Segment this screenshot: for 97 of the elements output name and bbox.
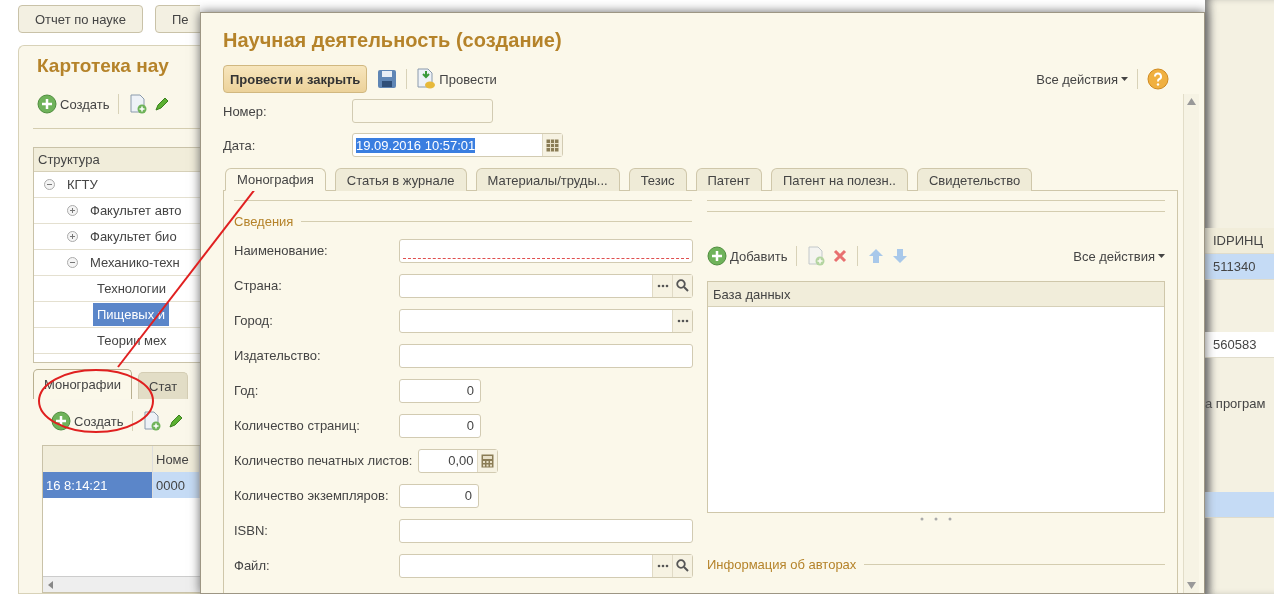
report-tab[interactable]: Пе	[154, 5, 200, 33]
field-label: Год:	[234, 383, 260, 398]
input-field[interactable]	[399, 518, 693, 543]
tree-item[interactable]: Факультет био	[86, 225, 181, 248]
group-title: Информация об авторах	[707, 556, 857, 572]
expand-icon[interactable]	[67, 231, 78, 242]
field-label: Страна:	[234, 278, 283, 293]
scrollbar[interactable]	[1183, 94, 1199, 593]
input-field[interactable]	[352, 99, 493, 123]
tree-item[interactable]: Механико-техн	[86, 251, 184, 274]
table-cell: 511340	[1205, 254, 1274, 280]
post-button[interactable]: Провести	[416, 68, 497, 90]
all-actions-menu[interactable]: Все действия	[1036, 71, 1128, 87]
number-field[interactable]: 0	[399, 413, 481, 438]
number-field[interactable]: 0,00	[418, 448, 499, 473]
table-cell: 16 8:14:21	[43, 472, 153, 498]
table-cell: 0000	[153, 472, 200, 498]
tab[interactable]: Статья в журнале	[334, 168, 467, 191]
caret-icon	[1158, 254, 1165, 258]
tab[interactable]: а програм	[1205, 390, 1274, 416]
tab[interactable]: Патент на полезн..	[771, 168, 908, 191]
field-label: ISBN:	[234, 523, 269, 538]
scroll-down-icon[interactable]	[1187, 582, 1196, 589]
arrow-up-icon[interactable]	[867, 247, 886, 265]
tree-item[interactable]: Факультет авто	[86, 199, 186, 222]
lookup-field[interactable]	[399, 553, 693, 578]
select-button[interactable]	[652, 274, 672, 297]
field-label: Издательство:	[234, 348, 322, 363]
arrow-down-icon[interactable]	[891, 247, 910, 265]
document-add-icon[interactable]	[142, 411, 163, 431]
search-icon	[676, 279, 689, 292]
search-button[interactable]	[672, 274, 692, 297]
post-and-close-button[interactable]: Провести и закрыть	[223, 65, 368, 93]
create-button[interactable]: Создать	[51, 411, 124, 431]
pencil-icon[interactable]	[168, 413, 185, 429]
group-title: Сведения	[234, 213, 294, 229]
save-icon[interactable]	[377, 69, 398, 89]
input-field[interactable]	[399, 343, 693, 368]
create-button[interactable]: Создать	[37, 94, 110, 114]
ellipsis-icon	[676, 318, 689, 323]
tab[interactable]: Монография	[225, 168, 326, 191]
caret-icon	[1121, 77, 1128, 81]
document-add-icon[interactable]	[128, 94, 149, 114]
field-label: Файл:	[234, 558, 271, 573]
table-row[interactable]	[1205, 492, 1274, 518]
select-field[interactable]	[399, 308, 693, 333]
collapse-icon[interactable]	[44, 179, 55, 190]
field-label: Количество печатных листов:	[234, 453, 414, 468]
search-icon	[676, 559, 689, 572]
input-field[interactable]	[399, 238, 693, 263]
column-header: База данных	[713, 286, 791, 302]
select-button[interactable]	[672, 309, 692, 332]
pencil-icon[interactable]	[154, 96, 171, 112]
ellipsis-icon	[656, 563, 669, 568]
add-icon	[707, 246, 727, 266]
window-title: Картотека нау	[37, 54, 170, 78]
ellipsis-icon	[656, 283, 669, 288]
select-button[interactable]	[652, 554, 672, 577]
field-label: Номер:	[223, 103, 268, 119]
calendar-icon	[546, 138, 559, 152]
field-label: Количество страниц:	[234, 418, 361, 433]
tree-item[interactable]: КГТУ	[63, 173, 102, 196]
number-field[interactable]: 0	[399, 378, 481, 403]
calculator-icon	[481, 453, 495, 468]
add-icon	[37, 94, 57, 114]
field-label: Наименование:	[234, 243, 329, 258]
column-header: Структура	[38, 152, 100, 167]
help-icon[interactable]	[1147, 68, 1169, 90]
number-field[interactable]: 0	[399, 483, 479, 508]
table-cell: 560583	[1205, 332, 1274, 358]
add-button[interactable]: Добавить	[707, 246, 788, 266]
field-label: Город:	[234, 313, 274, 328]
expand-icon[interactable]	[67, 205, 78, 216]
scroll-up-icon[interactable]	[1187, 98, 1196, 105]
field-label: Дата:	[223, 137, 257, 153]
calendar-button[interactable]	[542, 134, 562, 156]
date-field[interactable]: 19.09.2016 10:57:01	[352, 133, 563, 157]
all-actions-menu[interactable]: Все действия	[1073, 248, 1165, 264]
tab[interactable]: Материалы/труды...	[475, 168, 620, 191]
add-icon	[51, 411, 71, 431]
report-tab[interactable]: Отчет по науке	[18, 5, 143, 33]
tab[interactable]: Стат	[138, 372, 189, 399]
window-title: Научная деятельность (создание)	[223, 28, 563, 53]
tab[interactable]: Тезис	[628, 168, 687, 191]
table-row[interactable]: 16 8:14:21 0000	[43, 472, 200, 498]
document-post-icon	[416, 68, 437, 90]
collapse-icon[interactable]	[67, 257, 78, 268]
tab[interactable]: Свидетельство	[916, 168, 1033, 191]
field-label: Количество экземпляров:	[234, 488, 390, 503]
tree-item[interactable]: Технологии	[93, 277, 170, 300]
tab[interactable]: Патент	[695, 168, 762, 191]
delete-icon[interactable]	[832, 248, 849, 264]
lookup-field[interactable]	[399, 273, 693, 298]
calculator-button[interactable]	[477, 449, 498, 472]
tab[interactable]: Монографии	[33, 369, 133, 399]
column-header: IDРИНЦ	[1205, 228, 1274, 254]
search-button[interactable]	[672, 554, 692, 577]
